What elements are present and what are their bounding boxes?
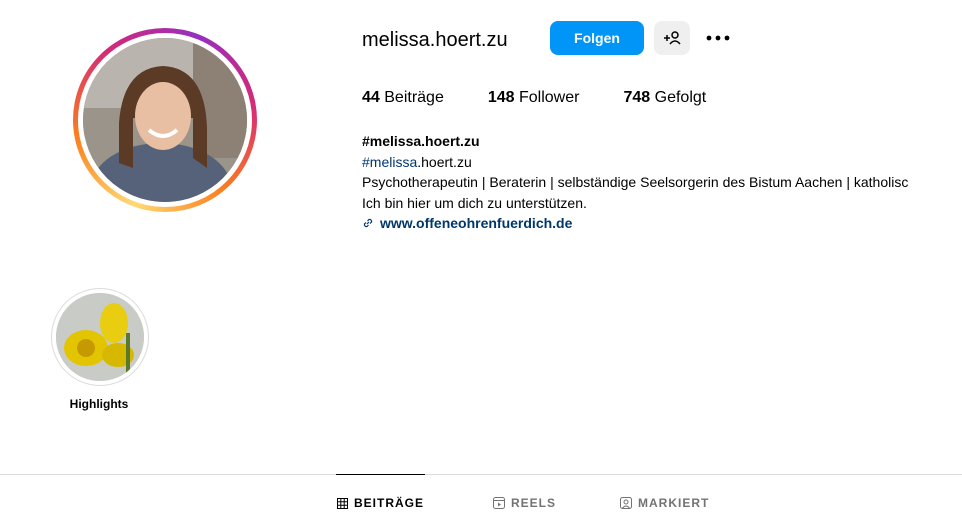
highlight-label: Highlights [69,397,129,411]
tab-posts[interactable]: BEITRÄGE [337,496,424,510]
profile-avatar[interactable] [73,28,257,212]
reels-icon [493,497,505,509]
story-highlight[interactable] [51,288,149,386]
profile-username: melissa.hoert.zu [362,29,508,51]
bio-line-2: Ich bin hier um dich zu unterstützen. [362,194,587,211]
bio-line-1: Psychotherapeutin | Beraterin | selbstän… [362,174,909,190]
suggested-users-button[interactable] [654,21,690,55]
following-stat[interactable]: 748 Gefolgt [623,88,706,108]
profile-display-name: #melissa.hoert.zu [362,133,480,149]
profile-photo [83,38,247,202]
profile-bio: #melissa.hoert.zu #melissa.hoert.zu Psyc… [362,131,962,234]
more-options-button[interactable] [700,21,736,55]
active-tab-indicator [336,474,425,475]
tabs-divider [0,474,962,475]
link-icon [363,219,373,228]
profile-photo-illustration [83,38,247,202]
more-dots-icon [706,35,730,41]
tagged-icon [620,497,632,509]
tab-reels[interactable]: REELS [493,496,556,510]
bio-website-link[interactable]: www.offeneohrenfuerdich.de [362,213,962,234]
tab-tagged[interactable]: MARKIERT [620,496,709,510]
posts-stat: 44 Beiträge [362,89,444,106]
daffodil-image [56,293,144,381]
profile-stats: 44 Beiträge 148 Follower 748 Gefolgt [362,88,750,108]
follow-button[interactable]: Folgen [550,21,644,55]
bio-hashtag-link[interactable]: #melissa [362,154,417,170]
add-person-icon [664,31,681,45]
followers-stat[interactable]: 148 Follower [488,88,580,108]
highlight-cover [56,293,144,381]
bio-hashtag-line: #melissa.hoert.zu [362,153,472,170]
grid-icon [337,497,348,509]
